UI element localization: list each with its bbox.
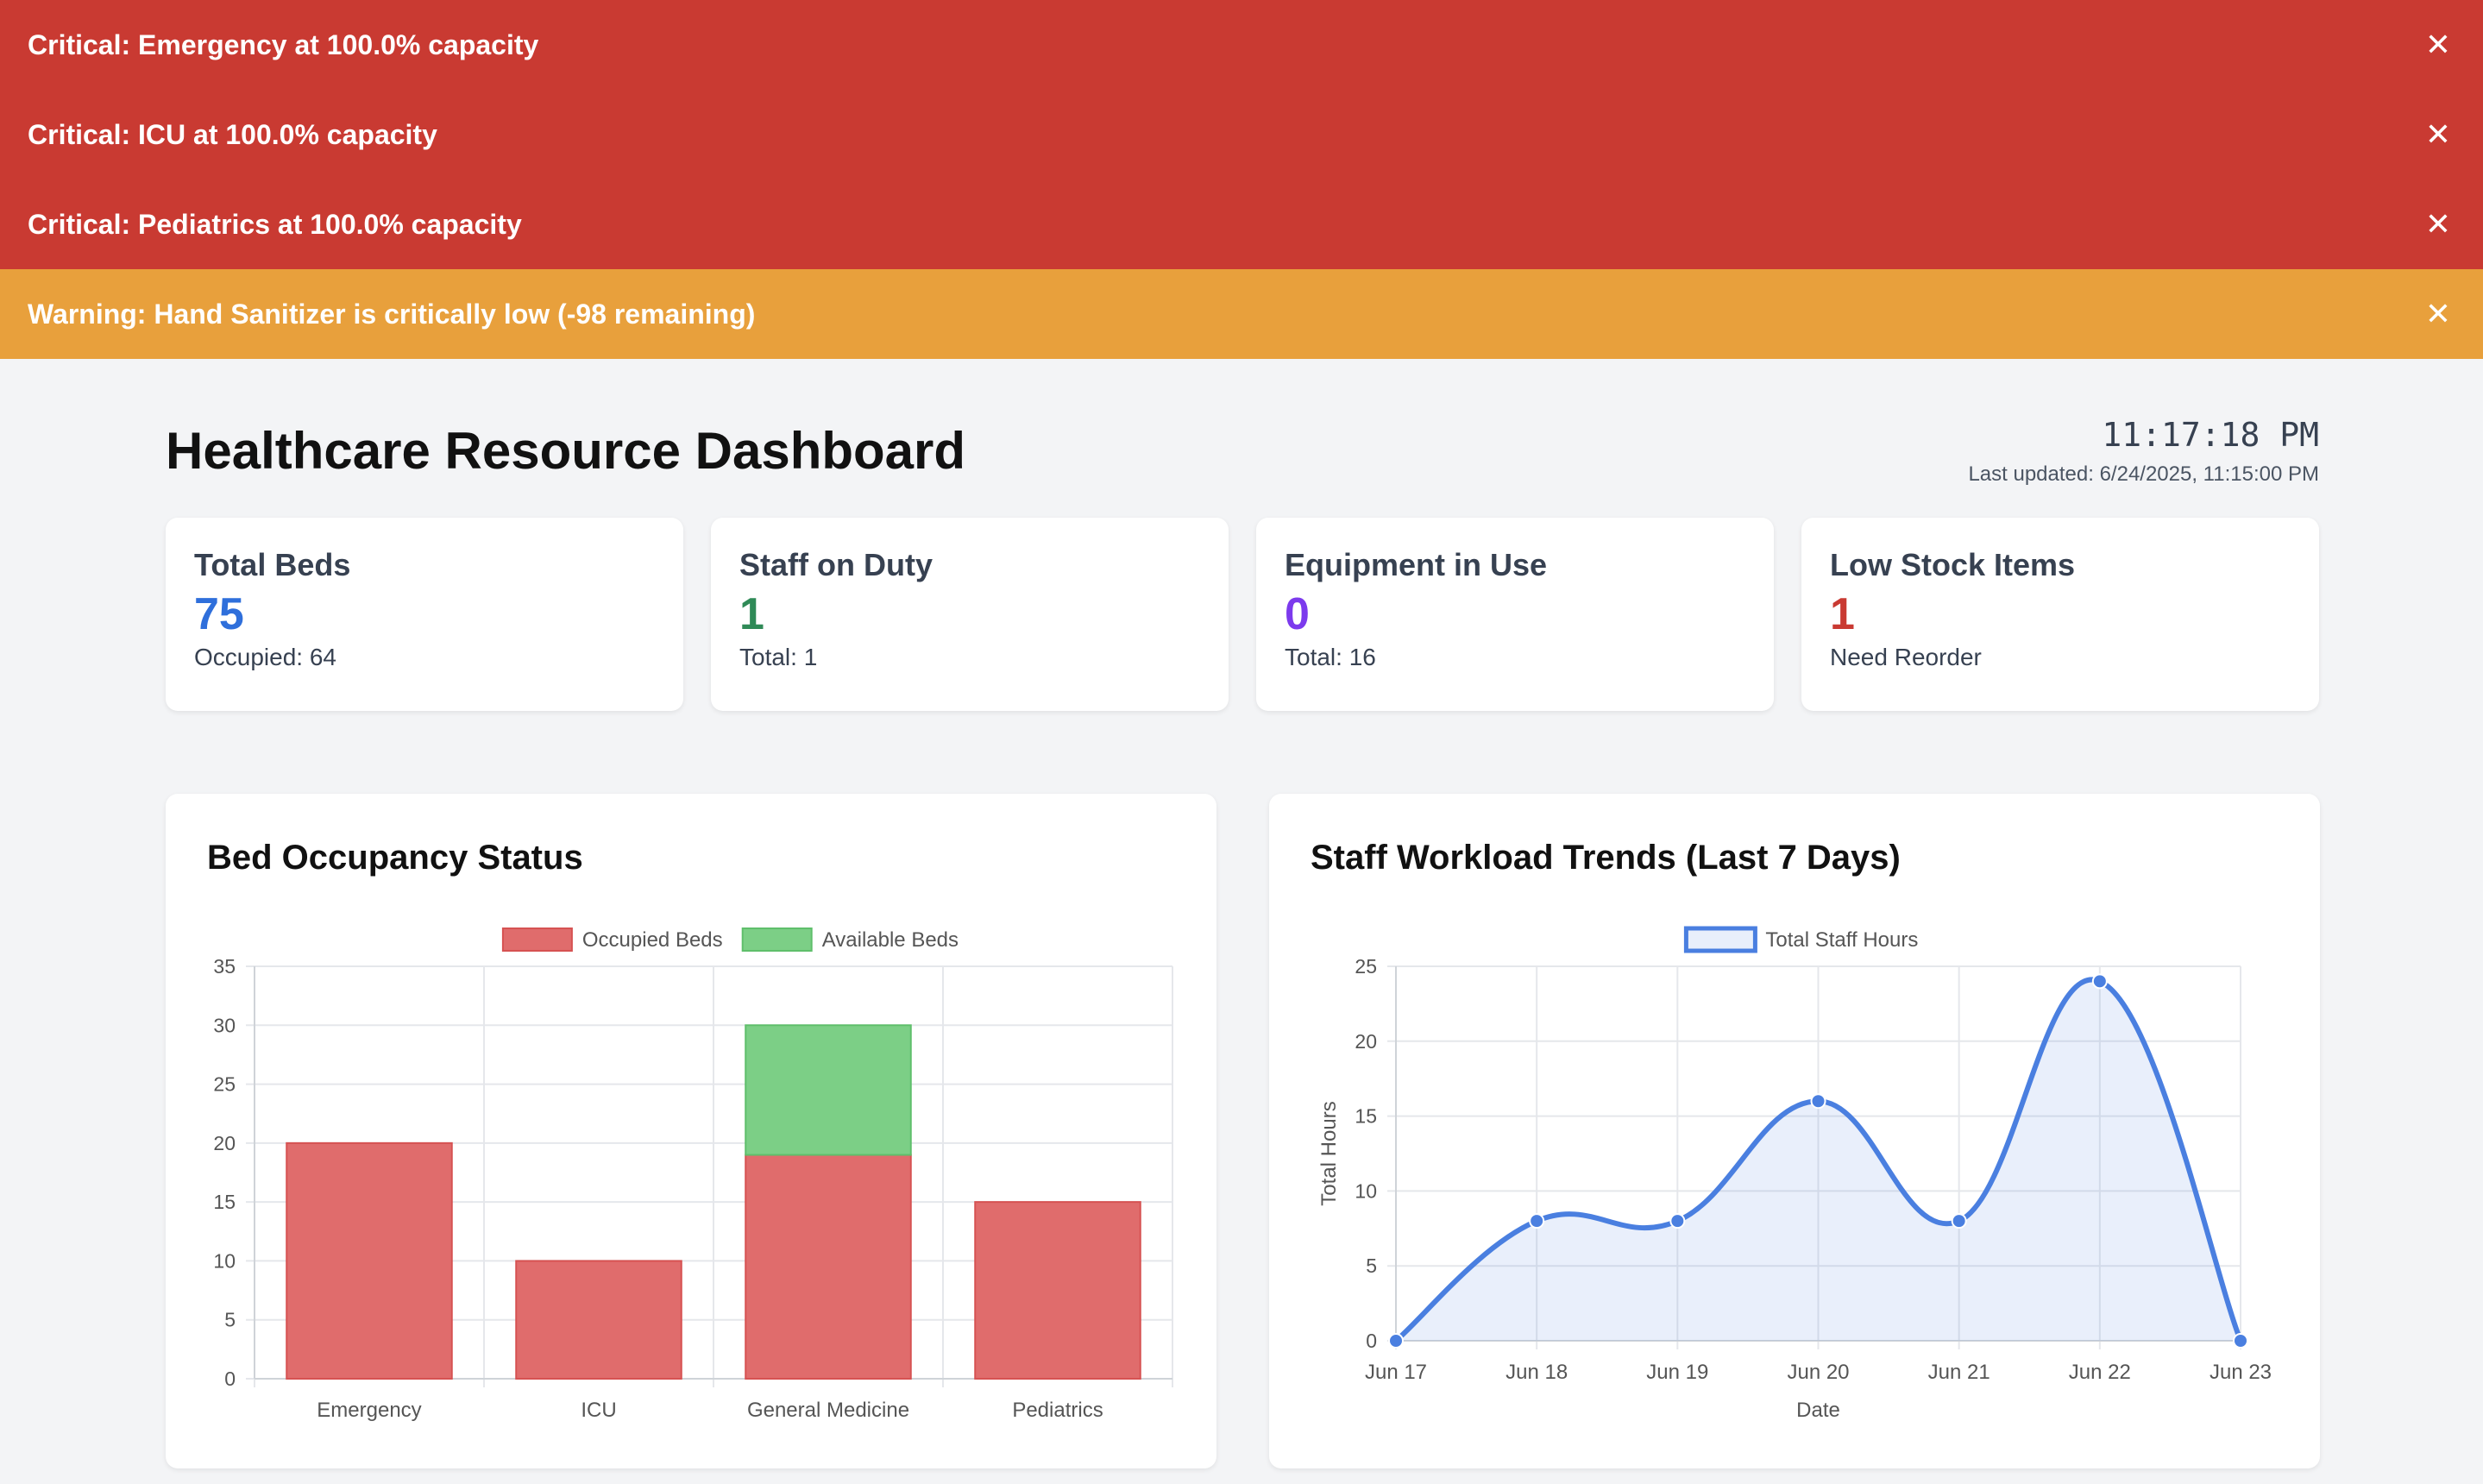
y-tick-label: 30: [213, 1014, 236, 1036]
legend-swatch: [741, 928, 813, 952]
x-tick-label: Emergency: [317, 1399, 421, 1422]
alert-text: Warning: Hand Sanitizer is critically lo…: [28, 298, 756, 330]
stat-title: Total Beds: [194, 547, 351, 582]
stat-value: 1: [739, 589, 764, 639]
x-tick-label: Pediatrics: [1012, 1399, 1103, 1422]
y-tick-label: 10: [1355, 1179, 1377, 1202]
stat-card-total-beds: Total Beds 75 Occupied: 64: [166, 518, 683, 711]
clock: 11:17:18 PM: [2102, 416, 2319, 454]
staff-workload-chart-card: Staff Workload Trends (Last 7 Days) 0 5 10…: [1269, 794, 2320, 1468]
y-tick-label: 5: [1366, 1254, 1377, 1277]
legend-label: Available Beds: [822, 928, 959, 952]
x-axis-title: Date: [1796, 1399, 1840, 1422]
close-icon[interactable]: ✕: [2421, 27, 2455, 62]
x-tick-label: General Medicine: [747, 1399, 909, 1422]
stat-title: Equipment in Use: [1285, 547, 1548, 582]
data-point: [1810, 1093, 1826, 1110]
data-point: [2091, 973, 2108, 990]
bar-occupied-beds: [745, 1154, 912, 1380]
stat-title: Low Stock Items: [1830, 547, 2076, 582]
y-tick-label: 25: [213, 1073, 236, 1096]
stat-subtext: Total: 1: [739, 644, 818, 670]
y-tick-label: 0: [224, 1368, 236, 1390]
legend-label: Occupied Beds: [582, 928, 723, 952]
y-tick-label: 35: [213, 955, 236, 978]
y-tick-label: 15: [1355, 1105, 1377, 1128]
stat-subtext: Occupied: 64: [194, 644, 336, 670]
stat-subtext: Need Reorder: [1830, 644, 1982, 670]
stat-card-low-stock-items: Low Stock Items 1 Need Reorder: [1801, 518, 2319, 711]
y-tick-label: 5: [224, 1309, 236, 1331]
alert-text: Critical: ICU at 100.0% capacity: [28, 118, 437, 150]
staff-workload-chart: 0 5 10 15 20 25 Jun 17 Jun 18 Jun 19 Jun 20 Jun 21…: [1317, 926, 2272, 1422]
bed-occupancy-chart-card: Bed Occupancy Status 0 5 10 15 20 25 30 35 Emerg…: [166, 794, 1216, 1468]
alert-critical-emergency: Critical: Emergency at 100.0% capacity ✕: [0, 0, 2483, 90]
y-tick-label: 0: [1366, 1330, 1377, 1352]
y-tick-label: 20: [1355, 1030, 1377, 1053]
y-tick-label: 20: [213, 1132, 236, 1154]
close-icon[interactable]: ✕: [2421, 296, 2455, 331]
legend-swatch: [501, 928, 573, 952]
x-tick-label: Jun 20: [1787, 1361, 1849, 1384]
stat-value: 0: [1285, 589, 1310, 639]
bar-occupied-beds: [515, 1260, 682, 1380]
legend-swatch: [1683, 926, 1757, 953]
bar-occupied-beds: [974, 1201, 1141, 1380]
alert-text: Critical: Pediatrics at 100.0% capacity: [28, 208, 522, 240]
data-point: [1388, 1333, 1404, 1349]
stat-value: 75: [194, 589, 244, 639]
close-icon[interactable]: ✕: [2421, 116, 2455, 152]
stat-card-staff-on-duty: Staff on Duty 1 Total: 1: [711, 518, 1229, 711]
last-updated: Last updated: 6/24/2025, 11:15:00 PM: [1968, 462, 2319, 486]
bed-occupancy-chart: 0 5 10 15 20 25 30 35 Emergency ICU General Medici…: [213, 928, 1173, 1422]
y-tick-label: 15: [213, 1191, 236, 1213]
stat-title: Staff on Duty: [739, 547, 933, 582]
x-tick-label: Jun 21: [1928, 1361, 1990, 1384]
stat-card-equipment-in-use: Equipment in Use 0 Total: 16: [1256, 518, 1774, 711]
close-icon[interactable]: ✕: [2421, 206, 2455, 242]
x-tick-label: Jun 19: [1646, 1361, 1708, 1384]
x-tick-label: Jun 17: [1365, 1361, 1427, 1384]
page-title: Healthcare Resource Dashboard: [166, 422, 966, 480]
y-tick-label: 10: [213, 1249, 236, 1272]
bar-available-beds: [745, 1024, 912, 1156]
legend-label: Total Staff Hours: [1765, 928, 1918, 952]
alert-warning-hand-sanitizer: Warning: Hand Sanitizer is critically lo…: [0, 269, 2483, 359]
alert-critical-icu: Critical: ICU at 100.0% capacity ✕: [0, 90, 2483, 179]
stat-value: 1: [1830, 589, 1855, 639]
data-point: [2233, 1333, 2248, 1349]
x-tick-label: Jun 18: [1506, 1361, 1568, 1384]
data-point: [1529, 1213, 1545, 1229]
y-tick-label: 25: [1355, 955, 1377, 978]
x-tick-label: Jun 22: [2069, 1361, 2131, 1384]
dashboard-header: Healthcare Resource Dashboard 11:17:18 P…: [166, 406, 2319, 509]
x-tick-label: ICU: [581, 1399, 616, 1422]
y-axis-title: Total Hours: [1317, 1101, 1341, 1205]
data-point: [1951, 1213, 1967, 1229]
bar-occupied-beds: [286, 1141, 453, 1380]
data-point: [1669, 1213, 1686, 1229]
alert-critical-pediatrics: Critical: Pediatrics at 100.0% capacity …: [0, 179, 2483, 269]
x-tick-label: Jun 23: [2210, 1361, 2272, 1384]
stat-subtext: Total: 16: [1285, 644, 1376, 670]
alert-text: Critical: Emergency at 100.0% capacity: [28, 28, 539, 60]
